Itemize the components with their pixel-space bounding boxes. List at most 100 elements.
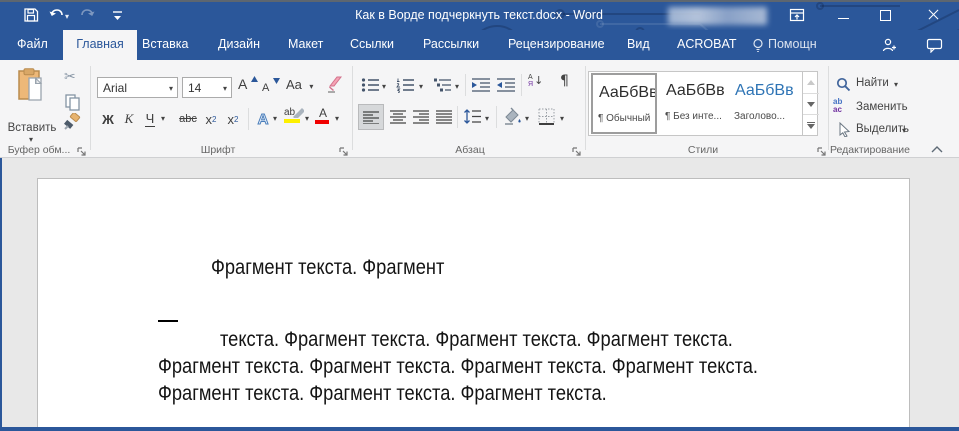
ribbon: Вставить ▾ ✂ Буфер обм... Arial ▾ 14 ▾ А [0,60,959,158]
font-color-caret-icon[interactable]: ▾ [335,115,339,123]
multilevel-caret-icon[interactable]: ▾ [455,83,459,91]
tab-acrobat[interactable]: ACROBAT [677,37,737,51]
undo-caret-icon[interactable]: ▾ [65,13,69,21]
document-line[interactable]: Фрагмент текста. Фрагмент текста. Фрагме… [158,382,607,406]
paste-button[interactable]: Вставить ▾ [4,64,60,140]
numbering-caret-icon[interactable]: ▾ [419,83,423,91]
font-size-combobox[interactable]: 14 ▾ [182,77,232,98]
decrease-indent-icon[interactable] [471,77,491,93]
borders-caret-icon[interactable]: ▾ [560,115,564,123]
multilevel-list-icon[interactable] [433,77,452,93]
highlight-button[interactable]: ab [284,108,302,123]
underline-label: Ч [145,111,156,127]
line-spacing-caret-icon[interactable]: ▾ [485,115,489,123]
italic-button[interactable]: К [120,107,138,131]
tab-file[interactable]: Файл [17,37,48,51]
shading-caret-icon[interactable]: ▾ [525,115,529,123]
tab-layout[interactable]: Макет [288,37,323,51]
text-effects-caret-icon[interactable]: ▾ [273,115,277,123]
font-dialog-launcher-icon[interactable] [338,146,349,157]
align-center-icon[interactable] [390,110,407,124]
document-line[interactable]: текста. Фрагмент текста. Фрагмент текста… [220,328,733,352]
bullets-caret-icon[interactable]: ▾ [382,83,386,91]
styles-scroll [802,72,818,135]
tab-view[interactable]: Вид [627,37,650,51]
save-icon[interactable] [23,7,39,23]
format-painter-icon[interactable] [62,113,82,133]
window-title: Как в Ворде подчеркнуть текст.docx - Wor… [355,8,603,22]
underline-button[interactable]: Ч [141,107,159,131]
styles-scroll-up-icon[interactable] [803,72,819,93]
copy-icon[interactable] [64,93,82,111]
group-separator [90,66,91,150]
align-left-button[interactable] [358,104,384,130]
group-separator [828,66,829,150]
sort-letter-b: Я [528,81,533,88]
align-right-icon[interactable] [413,110,430,124]
tab-home[interactable]: Главная [63,37,137,51]
highlight-caret-icon[interactable]: ▾ [305,115,309,123]
document-page[interactable]: Фрагмент текста. Фрагмент текста. Фрагме… [37,178,910,431]
collapse-ribbon-icon[interactable] [931,145,943,153]
qat-customize-icon[interactable] [112,10,123,21]
minimize-button[interactable] [836,7,852,23]
account-area[interactable] [668,7,767,25]
tab-design[interactable]: Дизайн [218,37,260,51]
close-button[interactable] [926,7,942,23]
clipboard-dialog-launcher-icon[interactable] [76,146,87,157]
justify-icon[interactable] [436,110,453,124]
styles-scroll-down-icon[interactable] [803,93,819,114]
subscript-button[interactable]: x2 [202,107,220,131]
bold-button[interactable]: Ж [98,107,118,131]
paragraph-dialog-launcher-icon[interactable] [571,146,582,157]
text-effects-button[interactable]: А [253,107,273,131]
tab-tell-me[interactable]: Помощн [768,37,817,51]
font-size-caret-icon: ▾ [223,85,227,93]
document-line[interactable]: Фрагмент текста. Фрагмент [211,256,444,280]
font-name-combobox[interactable]: Arial ▾ [97,77,178,98]
superscript-button[interactable]: x2 [224,107,242,131]
tab-mailings[interactable]: Рассылки [423,37,479,51]
subscript-2: 2 [212,115,216,124]
underline-blank[interactable] [158,320,178,322]
shading-icon[interactable] [502,107,523,126]
comments-icon[interactable] [926,38,943,53]
style-label: ¶ Без инте... [665,111,722,122]
style-normal[interactable]: АаБбВв ¶ Обычный [591,73,657,134]
style-no-spacing[interactable]: АаБбВв ¶ Без инте... [660,73,726,134]
style-heading1[interactable]: АаБбВв Заголово... [729,73,801,134]
small-separator [465,74,466,96]
ribbon-display-options-icon[interactable] [789,7,805,23]
borders-icon[interactable] [538,108,555,125]
tab-references[interactable]: Ссылки [350,37,394,51]
sort-arrow-icon: ↓ [534,74,543,88]
tab-review[interactable]: Рецензирование [508,37,605,51]
style-preview: АаБбВв [599,84,657,102]
word-window: ▾ Как в Ворде подчеркнуть текст.docx - W… [0,0,959,431]
styles-more-icon[interactable] [803,114,819,135]
strikethrough-button[interactable]: abc [176,107,200,131]
change-case-button[interactable]: Aa ▾ [286,76,313,94]
document-line[interactable]: Фрагмент текста. Фрагмент текста. Фрагме… [158,355,758,379]
underline-caret-icon[interactable]: ▾ [161,115,165,123]
redo-icon[interactable] [80,7,96,23]
line-spacing-icon[interactable] [463,108,482,125]
lightbulb-icon[interactable] [751,38,765,53]
style-label: ¶ Обычный [598,113,650,124]
numbering-icon[interactable] [396,77,415,93]
sort-button[interactable]: АЯ ↓ [528,74,543,88]
font-color-button[interactable]: А [315,107,331,124]
cut-icon[interactable]: ✂ [64,69,76,85]
maximize-button[interactable] [878,7,894,23]
show-marks-button[interactable]: ¶ [560,73,569,89]
shrink-font-button[interactable]: А [262,78,280,98]
share-person-icon[interactable] [881,37,898,54]
increase-indent-icon[interactable] [496,77,516,93]
grow-font-button[interactable]: А [238,76,258,98]
bullets-icon[interactable] [361,77,380,93]
undo-icon[interactable] [48,7,64,23]
clear-formatting-icon[interactable] [326,74,344,94]
tab-insert[interactable]: Вставка [142,37,188,51]
small-separator [521,74,522,96]
paragraph-group-label: Абзац [355,144,585,156]
